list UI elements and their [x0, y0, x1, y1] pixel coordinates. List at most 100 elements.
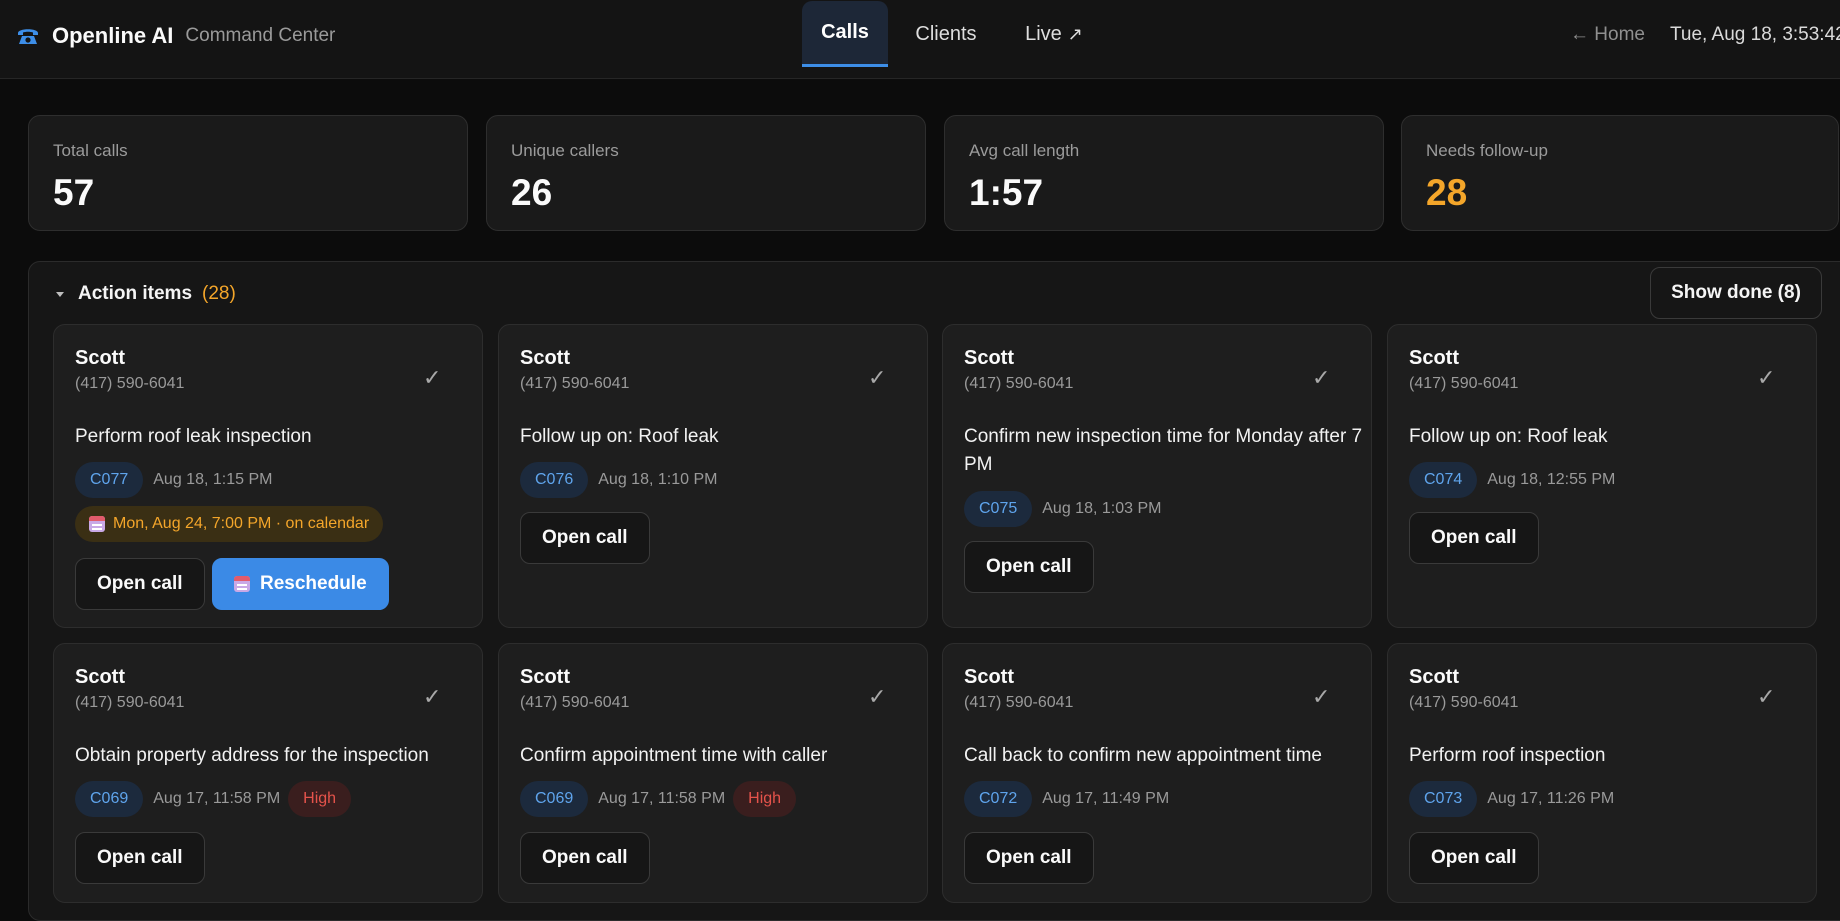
- open-call-button[interactable]: Open call: [1409, 832, 1539, 884]
- priority-badge: High: [733, 781, 797, 817]
- call-timestamp: Aug 18, 1:10 PM: [598, 471, 718, 488]
- caller-name: Scott: [75, 666, 125, 688]
- call-id-badge[interactable]: C069: [75, 781, 144, 817]
- calendar-event-badge: Mon, Aug 24, 7:00 PM · on calendar: [75, 506, 384, 542]
- action-items-title: Action items: [78, 283, 193, 304]
- tab-calls-label: Calls: [821, 21, 869, 43]
- action-items-header[interactable]: Action items (28): [28, 283, 236, 305]
- calendar-icon: [89, 516, 105, 532]
- mark-done-check-icon[interactable]: ✓: [423, 684, 441, 710]
- open-call-button[interactable]: Open call: [75, 832, 205, 884]
- call-timestamp: Aug 17, 11:26 PM: [1487, 790, 1615, 807]
- open-call-button[interactable]: Open call: [75, 558, 205, 610]
- show-done-button[interactable]: Show done (8): [1650, 267, 1822, 319]
- stat-value: 26: [511, 172, 553, 213]
- app-subtitle: Command Center: [185, 25, 336, 46]
- action-item-card: Scott (417) 590-6041 ✓ Confirm new inspe…: [942, 324, 1372, 628]
- task-text: Confirm appointment time with caller: [520, 745, 828, 766]
- calendar-icon: [234, 576, 250, 592]
- stat-value: 57: [53, 172, 95, 213]
- task-meta: C075 Aug 18, 1:03 PM: [964, 491, 1161, 527]
- reschedule-label: Reschedule: [260, 573, 367, 594]
- stat-label: Needs follow-up: [1426, 141, 1548, 160]
- task-meta: C072 Aug 17, 11:49 PM: [964, 781, 1169, 817]
- stat-total-calls: Total calls 57: [28, 115, 468, 231]
- caller-phone: (417) 590-6041: [75, 694, 185, 711]
- mark-done-check-icon[interactable]: ✓: [868, 684, 886, 710]
- mark-done-check-icon[interactable]: ✓: [423, 365, 441, 391]
- task-meta: C077 Aug 18, 1:15 PM: [75, 462, 272, 498]
- mark-done-check-icon[interactable]: ✓: [1312, 684, 1330, 710]
- task-meta: C069 Aug 17, 11:58 PM High: [75, 781, 352, 817]
- action-item-card: Scott (417) 590-6041 ✓ Confirm appointme…: [498, 643, 928, 903]
- action-item-card: Scott (417) 590-6041 ✓ Call back to conf…: [942, 643, 1372, 903]
- action-item-card: Scott (417) 590-6041 ✓ Follow up on: Roo…: [498, 324, 928, 628]
- task-text: Perform roof leak inspection: [75, 426, 312, 447]
- mark-done-check-icon[interactable]: ✓: [1757, 365, 1775, 391]
- tab-clients[interactable]: Clients: [900, 1, 992, 67]
- priority-badge: High: [288, 781, 352, 817]
- caller-name: Scott: [520, 666, 570, 688]
- reschedule-button[interactable]: Reschedule: [212, 558, 389, 610]
- caller-phone: (417) 590-6041: [520, 694, 630, 711]
- task-meta: C076 Aug 18, 1:10 PM: [520, 462, 717, 498]
- call-id-badge[interactable]: C076: [520, 462, 589, 498]
- mark-done-check-icon[interactable]: ✓: [1312, 365, 1330, 391]
- call-id-badge[interactable]: C072: [964, 781, 1033, 817]
- open-call-button[interactable]: Open call: [964, 541, 1094, 593]
- task-text: Confirm new inspection time for Monday a…: [964, 426, 1363, 475]
- action-item-card: Scott (417) 590-6041 ✓ Perform roof insp…: [1387, 643, 1817, 903]
- mark-done-check-icon[interactable]: ✓: [1757, 684, 1775, 710]
- telephone-icon: [16, 26, 40, 46]
- call-timestamp: Aug 18, 12:55 PM: [1487, 471, 1616, 488]
- collapse-caret-icon[interactable]: [56, 291, 64, 297]
- call-timestamp: Aug 17, 11:58 PM: [153, 790, 281, 807]
- stat-label: Total calls: [53, 141, 128, 160]
- caller-phone: (417) 590-6041: [520, 375, 630, 392]
- call-timestamp: Aug 18, 1:03 PM: [1042, 500, 1162, 517]
- caller-name: Scott: [964, 666, 1014, 688]
- action-item-card: Scott (417) 590-6041 ✓ Perform roof leak…: [53, 324, 483, 628]
- caller-phone: (417) 590-6041: [75, 375, 185, 392]
- action-items-count: (28): [202, 283, 236, 304]
- call-id-badge[interactable]: C069: [520, 781, 589, 817]
- stat-value: 28: [1426, 172, 1468, 213]
- caller-name: Scott: [1409, 666, 1459, 688]
- stat-label: Avg call length: [969, 141, 1080, 160]
- caller-name: Scott: [964, 347, 1014, 369]
- stat-avg-call-length: Avg call length 1:57: [944, 115, 1384, 231]
- task-meta: C073 Aug 17, 11:26 PM: [1409, 781, 1614, 817]
- external-link-icon: ↗: [1067, 23, 1083, 44]
- call-id-badge[interactable]: C075: [964, 491, 1033, 527]
- open-call-button[interactable]: Open call: [520, 832, 650, 884]
- mark-done-check-icon[interactable]: ✓: [868, 365, 886, 391]
- brand[interactable]: Openline AI Command Center: [16, 22, 335, 50]
- caller-phone: (417) 590-6041: [964, 375, 1074, 392]
- open-call-button[interactable]: Open call: [520, 512, 650, 564]
- caller-name: Scott: [1409, 347, 1459, 369]
- task-text: Obtain property address for the inspecti…: [75, 745, 429, 766]
- action-item-card: Scott (417) 590-6041 ✓ Follow up on: Roo…: [1387, 324, 1817, 628]
- caller-name: Scott: [520, 347, 570, 369]
- task-text: Follow up on: Roof leak: [520, 426, 719, 447]
- task-meta: C074 Aug 18, 12:55 PM: [1409, 462, 1615, 498]
- task-text: Call back to confirm new appointment tim…: [964, 745, 1322, 766]
- home-link[interactable]: ← Home: [1570, 24, 1645, 46]
- open-call-button[interactable]: Open call: [964, 832, 1094, 884]
- call-id-badge[interactable]: C073: [1409, 781, 1478, 817]
- calendar-event-text: Mon, Aug 24, 7:00 PM · on calendar: [113, 515, 370, 532]
- tab-live[interactable]: Live ↗: [1012, 1, 1096, 67]
- call-id-badge[interactable]: C077: [75, 462, 144, 498]
- open-call-button[interactable]: Open call: [1409, 512, 1539, 564]
- tab-calls[interactable]: Calls: [802, 1, 888, 67]
- stat-needs-follow-up: Needs follow-up 28: [1401, 115, 1839, 231]
- caller-name: Scott: [75, 347, 125, 369]
- task-text: Perform roof inspection: [1409, 745, 1606, 766]
- tab-live-label: Live: [1025, 22, 1062, 45]
- task-text: Follow up on: Roof leak: [1409, 426, 1608, 447]
- call-id-badge[interactable]: C074: [1409, 462, 1478, 498]
- caller-phone: (417) 590-6041: [1409, 375, 1519, 392]
- top-navigation-bar: Openline AI Command Center Calls Clients…: [0, 0, 1840, 79]
- action-item-card: Scott (417) 590-6041 ✓ Obtain property a…: [53, 643, 483, 903]
- app-title: Openline AI: [52, 23, 174, 48]
